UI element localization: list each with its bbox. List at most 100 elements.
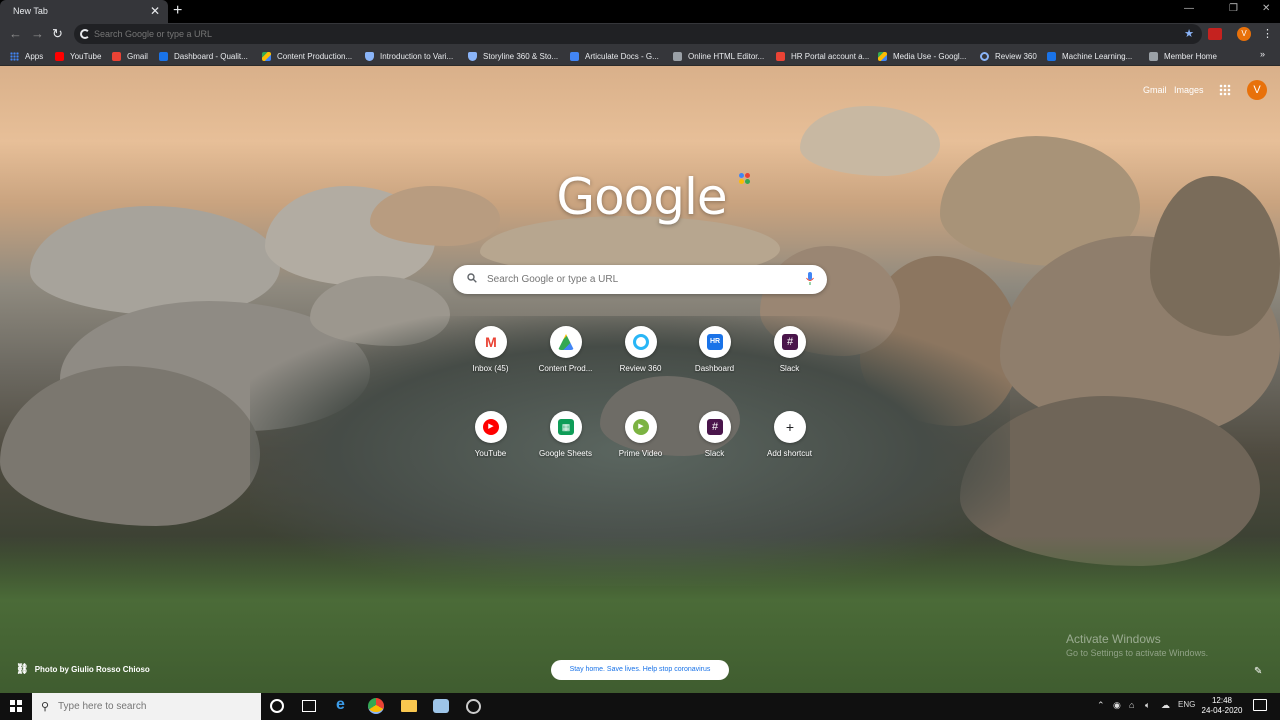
language-indicator[interactable]: ENG [1178, 700, 1195, 709]
background-rock [800, 106, 940, 176]
shortcut-google-sheets[interactable]: ▦ Google Sheets [528, 401, 603, 471]
activate-windows-title: Activate Windows [1066, 632, 1161, 646]
shortcut-tile: HR [699, 326, 731, 358]
taskbar-search-input[interactable] [58, 699, 248, 714]
shortcut-youtube[interactable]: ▶ YouTube [453, 401, 528, 471]
images-link[interactable]: Images [1174, 85, 1204, 95]
search-box[interactable] [453, 265, 827, 294]
tray-app-icon[interactable]: ◉ [1113, 700, 1121, 711]
background-rock [370, 186, 500, 246]
search-input[interactable] [487, 271, 787, 288]
bookmark-hr-portal[interactable]: HR Portal account a... [776, 50, 869, 62]
profile-avatar-small[interactable]: V [1237, 27, 1251, 41]
bookmark-html-editor[interactable]: Online HTML Editor... [673, 50, 764, 62]
shortcut-tile: ▶ [475, 411, 507, 443]
add-shortcut-button[interactable]: + Add shortcut [752, 401, 827, 471]
notification-icon[interactable] [1253, 699, 1267, 711]
shortcut-inbox[interactable]: M Inbox (45) [453, 316, 528, 386]
taskbar-search[interactable]: ⚲ [32, 693, 261, 720]
bookmark-star-icon[interactable]: ★ [1184, 27, 1194, 40]
onedrive-icon[interactable]: ☁ [1161, 700, 1170, 711]
clock[interactable]: 12:48 24-04-2020 [1198, 696, 1246, 716]
review-icon [633, 334, 649, 350]
bookmark-dashboard[interactable]: Dashboard - Qualit... [159, 50, 248, 62]
forward-icon[interactable]: → [31, 26, 44, 41]
taskbar: ⚲ e ⌃ ◉ ⌂ 🔈︎ ☁ ENG 12:48 24-04-2020 [0, 693, 1280, 720]
tab-new-tab[interactable]: New Tab ✕ [0, 0, 168, 23]
network-icon[interactable]: ⌂ [1129, 700, 1134, 710]
file-explorer-icon[interactable] [401, 700, 417, 712]
search-icon [467, 273, 477, 283]
shortcut-prime-video[interactable]: ▶ Prime Video [603, 401, 678, 471]
search-icon: ⚲ [41, 701, 50, 713]
hr-icon: HR [707, 334, 723, 350]
bookmarks-overflow-icon[interactable]: » [1260, 49, 1265, 59]
gmail-link[interactable]: Gmail [1143, 85, 1167, 95]
reload-icon[interactable]: ↻ [52, 26, 63, 42]
bookmark-gmail[interactable]: Gmail [112, 50, 148, 62]
shortcut-dashboard[interactable]: HR Dashboard [677, 316, 752, 386]
shortcut-content-production[interactable]: Content Prod... [528, 316, 603, 386]
windows-start-icon[interactable] [10, 700, 22, 712]
pencil-icon[interactable]: ✎ [1254, 666, 1262, 677]
plus-icon: + [785, 419, 795, 435]
account-avatar[interactable]: V [1247, 80, 1267, 100]
google-logo: Google [556, 168, 727, 226]
bookmark-media-use[interactable]: Media Use - Googl... [878, 50, 966, 62]
drive-icon [262, 51, 271, 61]
site-icon [1047, 51, 1056, 61]
shortcut-tile: ▦ [550, 411, 582, 443]
title-bar: New Tab ✕ + — ❐ ✕ [0, 0, 1280, 23]
bookmarks-bar: Apps YouTube Gmail Dashboard - Qualit...… [0, 45, 1280, 66]
cortana-icon[interactable] [270, 699, 284, 713]
omnibox[interactable]: ★ [74, 24, 1202, 44]
page-icon [1149, 51, 1158, 61]
chevron-up-icon[interactable]: ⌃ [1097, 700, 1105, 711]
maximize-icon[interactable]: ❐ [1229, 3, 1238, 14]
volume-icon[interactable]: 🔈︎ [1145, 700, 1150, 711]
photo-credit[interactable]: ⛓ Photo by Giulio Rosso Chioso [16, 664, 150, 675]
page-icon [673, 51, 682, 61]
task-view-icon[interactable] [302, 700, 316, 712]
google-apps-icon[interactable] [1219, 84, 1231, 96]
shortcut-review-360[interactable]: Review 360 [603, 316, 678, 386]
shortcut-slack-2[interactable]: # Slack [677, 401, 752, 471]
back-icon[interactable]: ← [9, 26, 22, 41]
new-tab-button[interactable]: + [173, 2, 182, 20]
close-window-icon[interactable]: ✕ [1262, 3, 1270, 14]
bookmark-introduction[interactable]: Introduction to Vari... [365, 50, 453, 62]
shortcut-tile [550, 326, 582, 358]
bookmark-youtube[interactable]: YouTube [55, 50, 101, 62]
app-icon[interactable] [433, 699, 449, 713]
microphone-icon[interactable] [806, 272, 814, 287]
omnibox-input[interactable] [94, 26, 1154, 42]
bookmark-articulate-docs[interactable]: Articulate Docs - G... [570, 50, 659, 62]
close-tab-icon[interactable]: ✕ [150, 4, 160, 18]
settings-icon[interactable] [466, 699, 481, 714]
link-icon: ⛓ [16, 664, 29, 675]
bookmark-review-360[interactable]: Review 360 [980, 50, 1037, 62]
menu-icon[interactable]: ⋮ [1262, 27, 1273, 40]
bookmark-member-home[interactable]: Member Home [1149, 50, 1217, 62]
bookmark-storyline[interactable]: Storyline 360 & Sto... [468, 50, 558, 62]
bookmark-content-production[interactable]: Content Production... [262, 50, 352, 62]
bookmark-apps[interactable]: Apps [10, 50, 43, 62]
edge-icon[interactable]: e [336, 696, 354, 714]
shortcut-slack[interactable]: # Slack [752, 316, 827, 386]
chrome-icon[interactable] [368, 698, 384, 714]
shield-icon [468, 51, 477, 61]
youtube-icon [55, 51, 64, 61]
activate-windows-subtitle: Go to Settings to activate Windows. [1066, 648, 1209, 658]
gmail-icon: M [485, 334, 497, 350]
slack-icon: # [782, 334, 798, 350]
extension-icon[interactable] [1208, 28, 1222, 40]
shortcut-tile: + [774, 411, 806, 443]
promo-banner[interactable]: Stay home. Save lives. Help stop coronav… [551, 660, 729, 680]
background-rock [1150, 176, 1280, 336]
clock-time: 12:48 [1211, 696, 1233, 705]
drive-icon [878, 51, 887, 61]
minimize-icon[interactable]: — [1184, 3, 1194, 14]
shortcut-tile: ▶ [625, 411, 657, 443]
gmail-icon [776, 51, 785, 61]
bookmark-machine-learning[interactable]: Machine Learning... [1047, 50, 1132, 62]
